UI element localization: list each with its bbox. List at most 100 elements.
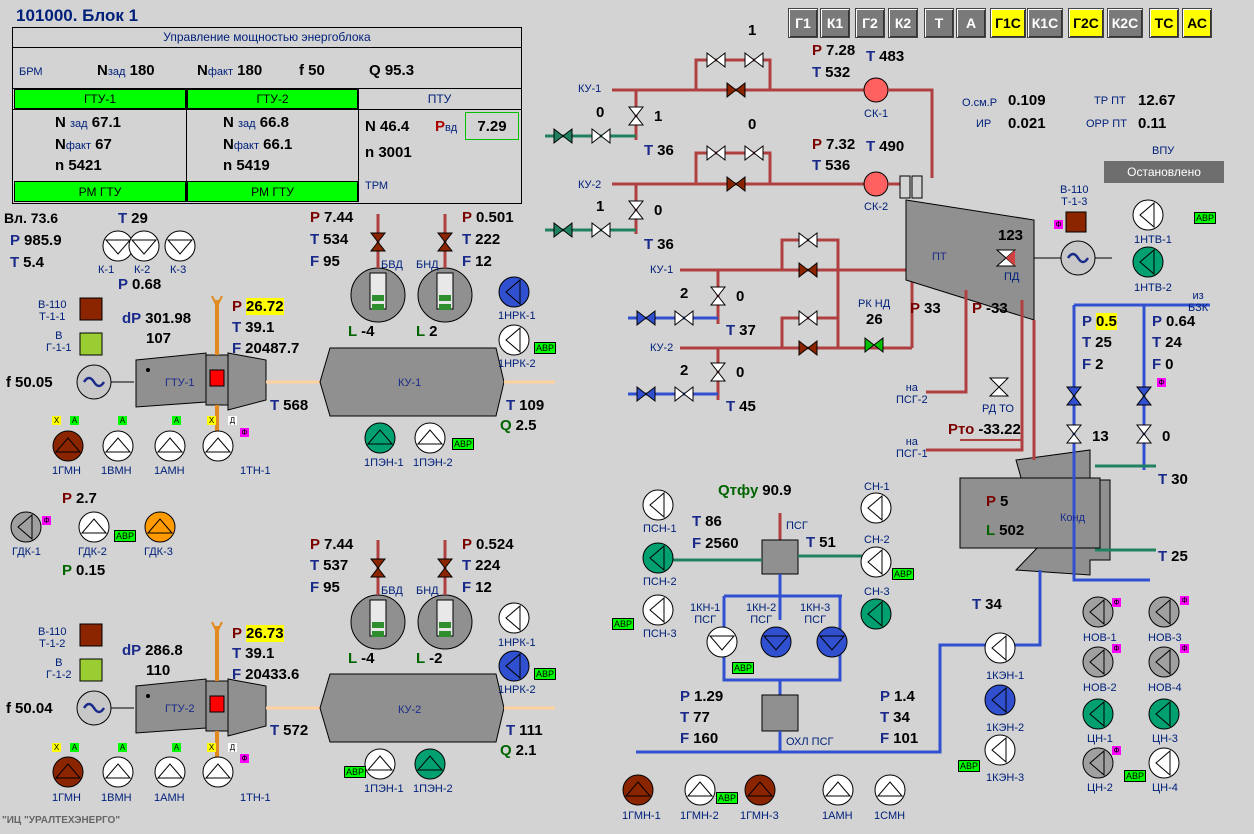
water-valve-2a[interactable] [553, 221, 573, 239]
gtu2-rm-button[interactable]: РМ ГТУ [187, 181, 358, 202]
gtu1-pump-amn-icon[interactable] [154, 430, 186, 462]
mode-button-8[interactable]: Г2С [1068, 8, 1104, 38]
label-psg-t_c: T 34 [880, 709, 910, 726]
nov4-icon[interactable] [1148, 646, 1180, 678]
bottom-gmn1-icon[interactable] [622, 774, 654, 806]
bypass-valve-2b[interactable] [744, 144, 764, 162]
bottom-gmn3-icon[interactable] [744, 774, 776, 806]
steam-valve-1[interactable] [726, 81, 746, 99]
lp-valve-3[interactable] [798, 309, 818, 327]
gtu1-rm-button[interactable]: РМ ГТУ [14, 181, 186, 202]
ku1-bvd-valve[interactable] [369, 232, 387, 252]
ken1-icon[interactable] [984, 632, 1016, 664]
ntv2-icon[interactable] [1132, 246, 1164, 278]
cond-valve-2b[interactable] [1135, 424, 1153, 444]
lp-water-valve-1b[interactable] [674, 309, 694, 327]
mode-button-0[interactable]: Г1 [788, 8, 818, 38]
bottom-gmn2-icon[interactable] [684, 774, 716, 806]
gtu2-pump-amn-icon[interactable] [154, 756, 186, 788]
gdk3-icon[interactable] [144, 511, 176, 543]
bypass-valve-1a[interactable] [706, 51, 726, 69]
psn2-icon[interactable] [642, 542, 674, 574]
sn3-icon[interactable] [860, 598, 892, 630]
ku1-nrk2-icon[interactable] [498, 324, 530, 356]
lp-attemp-valve-2[interactable] [709, 362, 727, 382]
label-gtu1-p: P 26.72 [232, 298, 284, 315]
cond-valve-2[interactable] [1135, 386, 1153, 406]
ku2-pen1-icon[interactable] [364, 748, 396, 780]
ku1-pen1-icon[interactable] [364, 422, 396, 454]
ambient-fan-icon-1[interactable] [128, 230, 160, 262]
kn1-icon[interactable] [706, 626, 738, 658]
kn3-icon[interactable] [816, 626, 848, 658]
ku2-nrk1-icon[interactable] [498, 602, 530, 634]
gtu2-pump-tn-icon[interactable] [202, 756, 234, 788]
nov2-icon[interactable] [1082, 646, 1114, 678]
gtu1-pump-gmn-icon[interactable] [52, 430, 84, 462]
attemp-valve-1[interactable] [627, 106, 645, 126]
ken2-icon[interactable] [984, 684, 1016, 716]
mode-button-10[interactable]: ТС [1149, 8, 1179, 38]
mode-button-7[interactable]: К1С [1027, 8, 1063, 38]
ken3-icon[interactable] [984, 734, 1016, 766]
cn3-icon[interactable] [1148, 698, 1180, 730]
rk-nd-valve-icon[interactable] [864, 336, 884, 354]
nov1-icon[interactable] [1082, 596, 1114, 628]
psn3-icon[interactable] [642, 594, 674, 626]
ku1-bvd-drum-bar [372, 295, 384, 301]
bottom-amn-icon[interactable] [822, 774, 854, 806]
lp-valve-1[interactable] [798, 231, 818, 249]
cn1-icon[interactable] [1082, 698, 1114, 730]
ku2-nrk2-icon[interactable] [498, 650, 530, 682]
bottom-smn-icon[interactable] [874, 774, 906, 806]
cn4-icon[interactable] [1148, 747, 1180, 779]
ku2-bnd-drum-bar [439, 604, 451, 610]
gdk2-icon[interactable] [78, 511, 110, 543]
ku2-bvd-valve[interactable] [369, 558, 387, 578]
lp-attemp-valve-1[interactable] [709, 286, 727, 306]
lp-water-valve-2a[interactable] [636, 385, 656, 403]
water-valve-2b[interactable] [591, 221, 611, 239]
ptu-p-vd-input[interactable]: 7.29 [465, 112, 519, 140]
mode-button-11[interactable]: АС [1182, 8, 1212, 38]
mode-button-6[interactable]: Г1С [990, 8, 1026, 38]
ku2-pen2-icon[interactable] [414, 748, 446, 780]
sn2-icon[interactable] [860, 546, 892, 578]
ambient-fan-icon-2[interactable] [164, 230, 196, 262]
water-valve-1b[interactable] [591, 127, 611, 145]
lp-valve-2[interactable] [798, 261, 818, 279]
mode-button-1[interactable]: К1 [820, 8, 850, 38]
bypass-valve-1b[interactable] [744, 51, 764, 69]
ku1-nrk1-icon[interactable] [498, 276, 530, 308]
sn1-icon[interactable] [860, 492, 892, 524]
mode-button-4[interactable]: Т [924, 8, 954, 38]
lp-water-valve-2b[interactable] [674, 385, 694, 403]
bypass-valve-2a[interactable] [706, 144, 726, 162]
mode-button-5[interactable]: А [956, 8, 986, 38]
kn2-icon[interactable] [760, 626, 792, 658]
lp-valve-4[interactable] [798, 339, 818, 357]
ku1-pen2-icon[interactable] [414, 422, 446, 454]
cond-valve-1[interactable] [1065, 386, 1083, 406]
ku1-bnd-valve[interactable] [436, 232, 454, 252]
mode-button-2[interactable]: Г2 [855, 8, 885, 38]
gtu2-pump-vmn-icon[interactable] [102, 756, 134, 788]
lp-water-valve-1a[interactable] [636, 309, 656, 327]
gdk1-icon[interactable] [10, 511, 42, 543]
gtu1-pump-tn-icon[interactable] [202, 430, 234, 462]
nov3-icon[interactable] [1148, 596, 1180, 628]
gtu2-pump-gmn-icon[interactable] [52, 756, 84, 788]
cn2-icon[interactable] [1082, 747, 1114, 779]
gtu1-pump-vmn-icon[interactable] [102, 430, 134, 462]
steam-valve-2[interactable] [726, 175, 746, 193]
water-valve-1a[interactable] [553, 127, 573, 145]
label-ku1-f_bnd: F 12 [462, 253, 492, 270]
label-gtu1-f: F 20487.7 [232, 340, 300, 357]
mode-button-9[interactable]: К2С [1107, 8, 1143, 38]
cond-valve-1b[interactable] [1065, 424, 1083, 444]
attemp-valve-2[interactable] [627, 200, 645, 220]
ku2-bnd-valve[interactable] [436, 558, 454, 578]
mode-button-3[interactable]: К2 [888, 8, 918, 38]
psn1-icon[interactable] [642, 489, 674, 521]
ntv1-icon[interactable] [1132, 199, 1164, 231]
